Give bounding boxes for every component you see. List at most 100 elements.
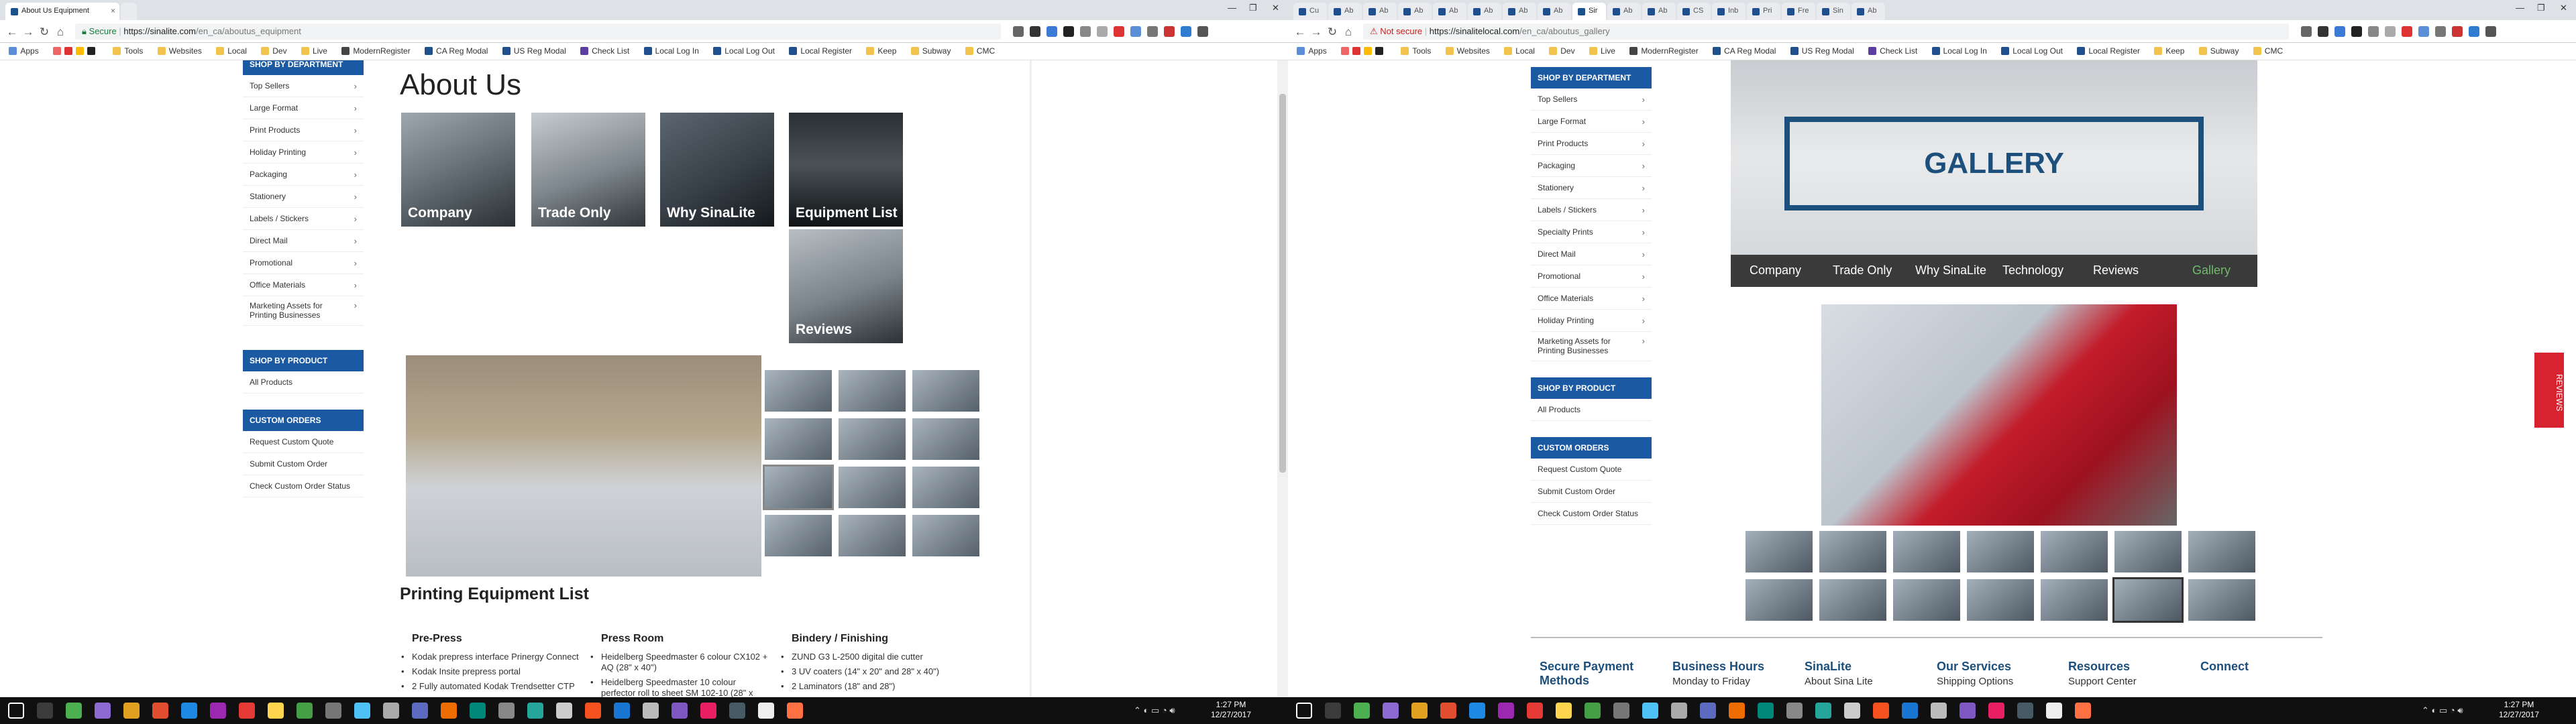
taskbar-app-icon[interactable] — [1729, 703, 1745, 719]
gallery-thumbnail[interactable] — [839, 370, 906, 412]
system-tray-icons[interactable]: ⌃ ◐ ▭ ◔ 🔊︎ — [1134, 705, 1175, 716]
bookmark-live[interactable]: Live — [1589, 46, 1615, 56]
taskbar-app-icon[interactable] — [758, 703, 774, 719]
sidebar-item[interactable]: Large Format › — [243, 97, 364, 119]
minimize-icon[interactable]: — — [1228, 3, 1236, 13]
taskbar-app-icon[interactable] — [181, 703, 197, 719]
taskbar-app-icon[interactable] — [123, 703, 140, 719]
bookmark-check-list[interactable]: Check List — [1868, 46, 1917, 56]
scrollbar-thumb[interactable] — [1279, 94, 1286, 473]
taskbar-app-icon[interactable] — [643, 703, 659, 719]
gallery-thumbnail[interactable] — [912, 467, 979, 508]
sidebar-item[interactable]: Print Products › — [243, 119, 364, 141]
taskbar-app-icon[interactable] — [1844, 703, 1860, 719]
menu-icon[interactable] — [2485, 26, 2496, 37]
taskbar-app-icon[interactable] — [37, 703, 53, 719]
tile-why-sinalite[interactable]: Why SinaLite — [660, 113, 774, 227]
taskbar-app-icon[interactable] — [1411, 703, 1428, 719]
taskbar-app-icon[interactable] — [354, 703, 370, 719]
back-icon[interactable]: ← — [5, 25, 19, 39]
gallery-thumbnail[interactable] — [1746, 579, 1813, 621]
taskbar-app-icon[interactable] — [1902, 703, 1918, 719]
ext-icon[interactable] — [1013, 26, 1024, 37]
taskbar-app-icon[interactable] — [152, 703, 168, 719]
address-bar[interactable]: ⚠ Not secure | https://sinalitelocal.com… — [1363, 23, 2289, 40]
reload-icon[interactable]: ↻ — [1326, 25, 1339, 39]
sidebar-item[interactable]: Top Sellers › — [243, 75, 364, 97]
taskbar-app-icon[interactable] — [1556, 703, 1572, 719]
browser-tab[interactable]: Pri — [1747, 3, 1780, 20]
bookmark-apps[interactable]: Apps — [1297, 46, 1327, 56]
sidebar-item-submit-order[interactable]: Submit Custom Order — [1531, 481, 1652, 503]
gallery-thumbnail[interactable] — [912, 370, 979, 412]
ext-icon[interactable] — [1097, 26, 1108, 37]
sidebar-item[interactable]: Direct Mail › — [243, 230, 364, 252]
taskbar-app-icon[interactable] — [1383, 703, 1399, 719]
gallery-thumbnail[interactable] — [1746, 531, 1813, 572]
gallery-thumbnail[interactable] — [912, 515, 979, 556]
ext-icon[interactable] — [1063, 26, 1074, 37]
close-window-icon[interactable]: ✕ — [1272, 3, 1279, 13]
gallery-thumbnail[interactable] — [1967, 579, 2034, 621]
ext-icon[interactable] — [2385, 26, 2396, 37]
footer-link[interactable]: Monday to Friday — [1672, 676, 1750, 687]
taskbar-app-icon[interactable] — [1815, 703, 1831, 719]
sidebar-item[interactable]: Stationery › — [1531, 177, 1652, 199]
tile-equipment-list[interactable]: Equipment List — [789, 113, 903, 227]
gallery-thumbnail[interactable] — [912, 418, 979, 460]
taskbar-app-icon[interactable] — [268, 703, 284, 719]
ext-icon[interactable] — [1130, 26, 1141, 37]
forward-icon[interactable]: → — [21, 25, 35, 39]
gallery-thumbnail[interactable] — [1893, 579, 1960, 621]
tile-company[interactable]: Company — [401, 113, 515, 227]
forward-icon[interactable]: → — [1309, 25, 1323, 39]
taskbar-app-icon[interactable] — [729, 703, 745, 719]
taskbar-app-icon[interactable] — [1960, 703, 1976, 719]
taskbar-app-icon[interactable] — [2075, 703, 2091, 719]
taskbar-app-icon[interactable] — [1498, 703, 1514, 719]
nav-reviews[interactable]: Reviews — [2093, 263, 2139, 278]
sidebar-item-check-status[interactable]: Check Custom Order Status — [1531, 503, 1652, 525]
bookmark-icons[interactable] — [1341, 46, 1387, 56]
taskbar-app-icon[interactable] — [585, 703, 601, 719]
taskbar-app-icon[interactable] — [614, 703, 630, 719]
system-tray-icons[interactable]: ⌃ ◐ ▭ ◔ 🔊︎ — [2422, 705, 2463, 716]
ext-icon[interactable] — [1080, 26, 1091, 37]
footer-heading[interactable]: Our Services — [1937, 660, 2011, 674]
ext-icon[interactable] — [2301, 26, 2312, 37]
start-icon[interactable] — [1296, 703, 1312, 719]
browser-tab[interactable]: Fre — [1782, 3, 1815, 20]
sidebar-item[interactable]: Holiday Printing › — [243, 141, 364, 164]
taskbar-app-icon[interactable] — [1354, 703, 1370, 719]
ext-icon[interactable] — [2469, 26, 2479, 37]
sidebar-item[interactable]: Packaging › — [243, 164, 364, 186]
footer-heading[interactable]: Business Hours — [1672, 660, 1764, 674]
browser-tab[interactable]: Ab — [1398, 3, 1432, 20]
taskbar-app-icon[interactable] — [527, 703, 543, 719]
bookmark-websites[interactable]: Websites — [157, 46, 202, 56]
clock-right[interactable]: 1:27 PM 12/27/2017 — [2496, 700, 2542, 720]
nav-trade-only[interactable]: Trade Only — [1833, 263, 1892, 278]
bookmark-local-register[interactable]: Local Register — [789, 46, 852, 56]
bookmark-modernregister[interactable]: ModernRegister — [1629, 46, 1699, 56]
clock-left[interactable]: 1:27 PM 12/27/2017 — [1208, 700, 1254, 720]
tile-reviews[interactable]: Reviews — [789, 229, 903, 343]
gallery-thumbnail[interactable] — [763, 465, 834, 510]
gallery-thumbnail[interactable] — [2188, 531, 2255, 572]
footer-heading[interactable]: Secure Payment Methods — [1540, 660, 1647, 688]
taskbar-app-icon[interactable] — [1931, 703, 1947, 719]
tab-new[interactable] — [121, 3, 137, 20]
sidebar-item[interactable]: Specialty Prints › — [1531, 221, 1652, 243]
taskbar-app-icon[interactable] — [498, 703, 515, 719]
ext-icon[interactable] — [2368, 26, 2379, 37]
bookmark-websites[interactable]: Websites — [1445, 46, 1490, 56]
taskbar-app-icon[interactable] — [1613, 703, 1629, 719]
ext-icon[interactable] — [2418, 26, 2429, 37]
sidebar-item[interactable]: Top Sellers › — [1531, 88, 1652, 111]
bookmark-local[interactable]: Local — [1504, 46, 1535, 56]
gallery-thumbnail[interactable] — [2112, 577, 2184, 623]
taskbar-app-icon[interactable] — [1527, 703, 1543, 719]
bookmark-ca-reg-modal[interactable]: CA Reg Modal — [1713, 46, 1776, 56]
browser-tab[interactable]: Ab — [1468, 3, 1501, 20]
gallery-thumbnail[interactable] — [839, 467, 906, 508]
